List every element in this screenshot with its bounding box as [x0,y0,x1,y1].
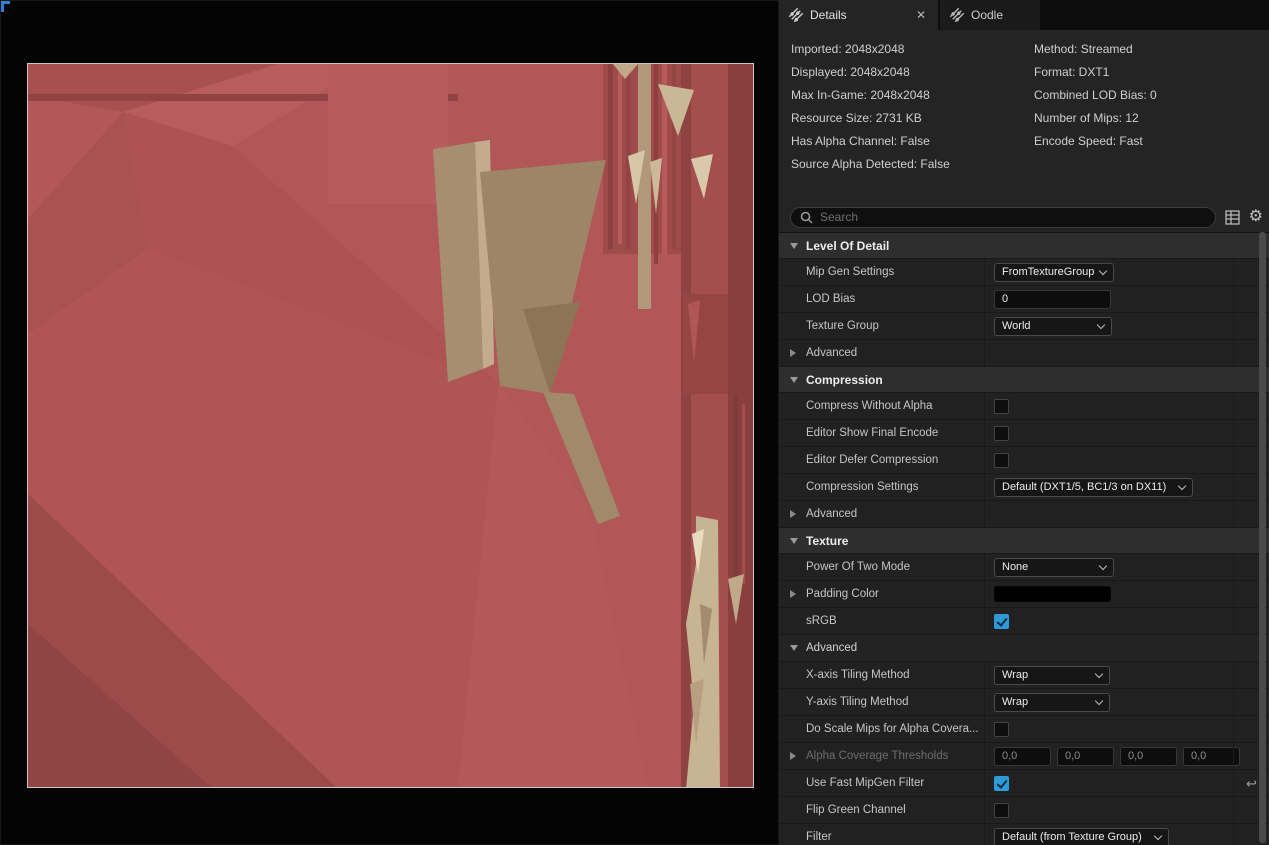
row-filter: Filter Default (from Texture Group) [779,824,1269,845]
tab-oodle[interactable]: Oodle [940,0,1040,30]
row-padding-color: Padding Color [779,581,1269,608]
details-icon [786,5,806,25]
alpha-threshold-input-3[interactable]: 0,0 [1183,746,1240,766]
row-editor-defer-compression: Editor Defer Compression [779,447,1269,474]
mip-gen-settings-label: Mip Gen Settings [806,266,895,278]
stat-imported: Imported: 2048x2048 [791,42,905,56]
search-row: Search ⚙ [779,202,1269,232]
row-do-scale-mips: Do Scale Mips for Alpha Covera... [779,716,1269,743]
filter-dropdown[interactable]: Default (from Texture Group) [994,827,1169,845]
window-corner-highlight [1,1,10,12]
chevron-down-icon [1096,320,1106,329]
do-scale-mips-checkbox[interactable] [994,721,1009,737]
stat-has-alpha: Has Alpha Channel: False [791,134,930,148]
search-input[interactable]: Search [790,206,1216,228]
texture-group-dropdown[interactable]: World [994,316,1112,336]
row-x-axis-tiling: X-axis Tiling Method Wrap [779,662,1269,689]
row-mip-gen-settings: Mip Gen Settings FromTextureGroup [779,259,1269,286]
stat-combined-lod-bias: Combined LOD Bias: 0 [1034,88,1157,102]
lod-bias-label: LOD Bias [806,293,856,305]
row-lod-advanced[interactable]: Advanced [779,340,1269,367]
search-placeholder: Search [820,210,859,224]
close-tab-icon[interactable]: ✕ [914,8,928,22]
texture-preview-frame [27,63,754,788]
compression-settings-dropdown[interactable]: Default (DXT1/5, BC1/3 on DX11) [994,477,1193,497]
chevron-down-icon [1098,266,1108,275]
padding-color-swatch[interactable] [994,586,1111,602]
row-alpha-coverage-thresholds: Alpha Coverage Thresholds 0,0 0,0 0,0 0,… [779,743,1269,770]
stat-method: Method: Streamed [1034,42,1133,56]
details-panel: Details ✕ Oodle Imported: 2048x2048 Disp… [779,0,1269,845]
chevron-down-icon [1094,696,1104,705]
section-texture[interactable]: Texture [779,528,1269,554]
tab-details[interactable]: Details ✕ [779,0,938,30]
stat-num-mips: Number of Mips: 12 [1034,111,1139,125]
mip-gen-settings-dropdown[interactable]: FromTextureGroup [994,262,1114,282]
panel-tab-bar: Details ✕ Oodle [779,0,1269,30]
row-compression-advanced[interactable]: Advanced [779,501,1269,528]
tab-oodle-label: Oodle [971,8,1004,22]
editor-defer-compression-checkbox[interactable] [994,452,1009,468]
scrollbar-thumb[interactable] [1259,232,1266,843]
reset-to-default-icon[interactable]: ↩ [1246,777,1257,790]
row-texture-group: Texture Group World [779,313,1269,340]
expand-arrow-icon[interactable] [790,590,796,598]
chevron-down-icon [1177,481,1187,490]
x-axis-tiling-dropdown[interactable]: Wrap [994,665,1110,685]
chevron-down-icon [1098,561,1108,570]
lod-bias-input[interactable]: 0 [994,289,1111,309]
chevron-down-icon [1094,669,1104,678]
stat-encode-speed: Encode Speed: Fast [1034,134,1143,148]
chevron-down-icon [1153,831,1163,840]
row-srgb: sRGB [779,608,1269,635]
panel-scrollbar[interactable] [1259,232,1266,843]
expand-arrow-icon[interactable] [790,349,796,357]
settings-gear-icon[interactable]: ⚙ [1249,209,1263,225]
texture-editor-window: Details ✕ Oodle Imported: 2048x2048 Disp… [0,0,1269,845]
alpha-threshold-input-2[interactable]: 0,0 [1120,746,1177,766]
editor-show-final-encode-checkbox[interactable] [994,425,1009,441]
stat-resource-size: Resource Size: 2731 KB [791,111,922,125]
property-grid: Level Of Detail Mip Gen Settings FromTex… [779,232,1269,845]
expand-arrow-icon[interactable] [790,510,796,518]
collapse-arrow-icon [790,537,798,544]
collapse-arrow-icon [790,376,798,383]
row-flip-green-channel: Flip Green Channel [779,797,1269,824]
flip-green-channel-checkbox[interactable] [994,802,1009,818]
stat-max-ingame: Max In-Game: 2048x2048 [791,88,930,102]
srgb-checkbox[interactable] [994,613,1009,629]
texture-preview-image [28,64,753,787]
stat-displayed: Displayed: 2048x2048 [791,65,910,79]
texture-stats: Imported: 2048x2048 Displayed: 2048x2048… [779,30,1269,176]
section-texture-advanced[interactable]: Advanced [779,635,1269,662]
tab-details-label: Details [810,8,847,22]
section-level-of-detail[interactable]: Level Of Detail [779,233,1269,259]
stat-format: Format: DXT1 [1034,65,1110,79]
row-compression-settings: Compression Settings Default (DXT1/5, BC… [779,474,1269,501]
alpha-threshold-input-0[interactable]: 0,0 [994,746,1051,766]
row-y-axis-tiling: Y-axis Tiling Method Wrap [779,689,1269,716]
use-fast-mipgen-checkbox[interactable] [994,775,1009,791]
texture-viewport[interactable] [0,0,779,845]
row-compress-without-alpha: Compress Without Alpha [779,393,1269,420]
row-lod-bias: LOD Bias 0 [779,286,1269,313]
row-power-of-two-mode: Power Of Two Mode None [779,554,1269,581]
display-options-icon[interactable] [1225,209,1240,225]
stat-source-alpha: Source Alpha Detected: False [791,157,950,171]
oodle-tab-icon [947,5,967,25]
expand-arrow-icon[interactable] [790,752,796,760]
collapse-arrow-icon [790,242,798,249]
alpha-threshold-input-1[interactable]: 0,0 [1057,746,1114,766]
row-editor-show-final-encode: Editor Show Final Encode [779,420,1269,447]
collapse-arrow-icon [790,645,798,651]
compress-without-alpha-checkbox[interactable] [994,398,1009,414]
section-compression[interactable]: Compression [779,367,1269,393]
row-use-fast-mipgen: Use Fast MipGen Filter ↩ [779,770,1269,797]
texture-group-label: Texture Group [806,320,879,332]
search-icon [800,211,813,224]
power-of-two-mode-dropdown[interactable]: None [994,557,1114,577]
y-axis-tiling-dropdown[interactable]: Wrap [994,692,1110,712]
